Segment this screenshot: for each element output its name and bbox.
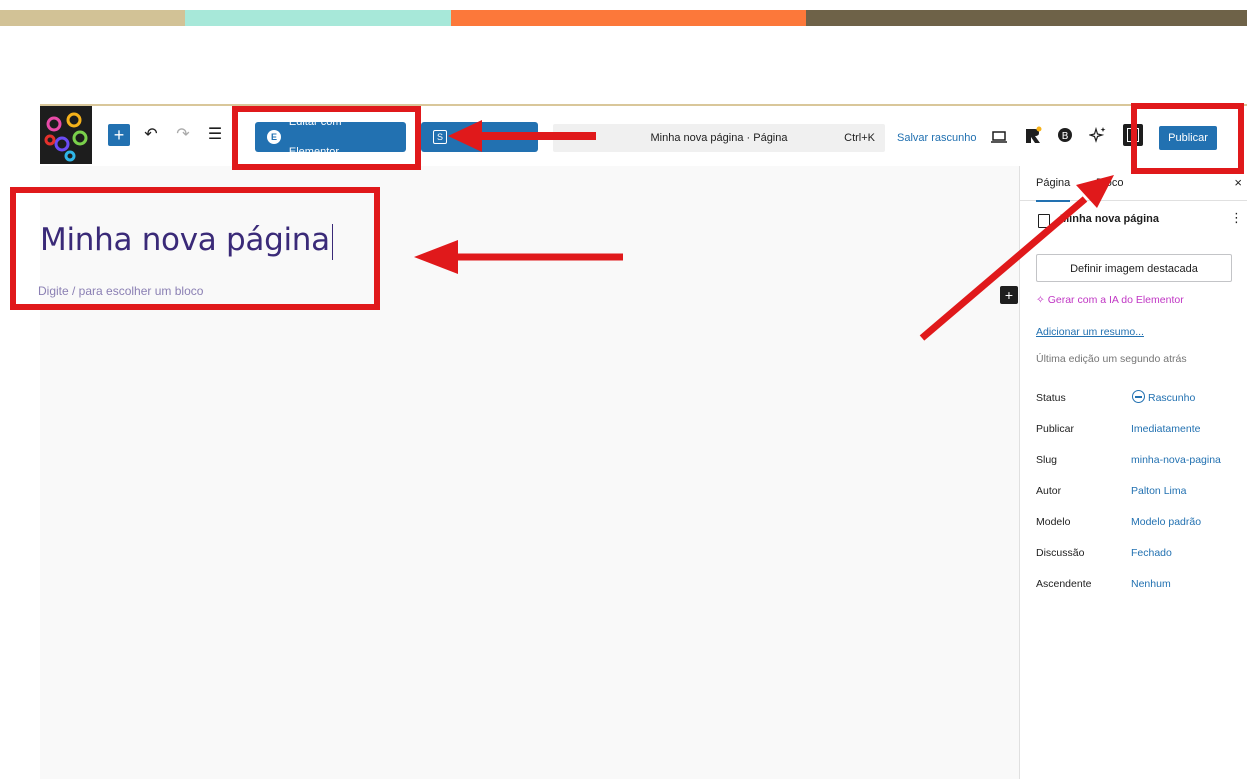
arrow-to-elementor [448, 120, 596, 152]
annotation-arrows [414, 120, 1114, 341]
arrow-to-block-tab [919, 175, 1114, 341]
arrow-to-title [414, 240, 623, 274]
